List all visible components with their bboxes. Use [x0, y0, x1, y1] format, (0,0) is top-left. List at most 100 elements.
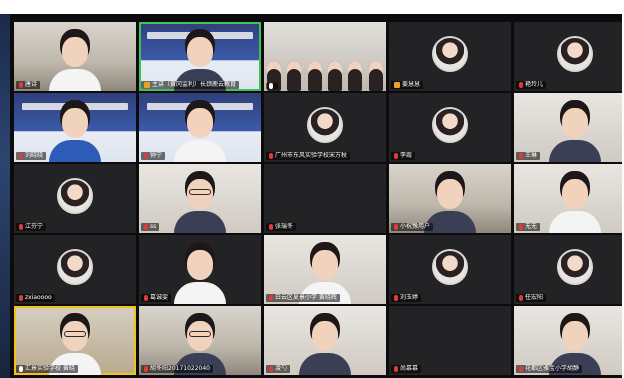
participant-name: 艳玲儿 — [525, 81, 544, 88]
avatar — [57, 177, 93, 214]
participant-name: 广州市东风实验学校宋万秋 — [275, 152, 348, 159]
participant-name: 张瑞冬 — [275, 223, 294, 230]
group-video — [264, 41, 386, 91]
participant-name: 刘晓晓 — [25, 152, 44, 159]
name-tag: 江芬宁 — [16, 223, 47, 231]
name-tag: ss — [141, 223, 160, 231]
name-tag: 姜慧慧 — [391, 81, 424, 89]
video-tile[interactable]: 葛诚雯 — [139, 235, 261, 304]
mic-muted-icon — [19, 82, 23, 88]
participant-name: 王琳 — [525, 152, 538, 159]
name-tag: 艳玲儿 — [516, 81, 547, 89]
avatar — [557, 248, 593, 285]
mic-muted-icon — [394, 153, 398, 159]
participant-video — [549, 175, 601, 233]
avatar — [57, 248, 93, 285]
video-tile[interactable]: 无无 — [514, 164, 622, 233]
video-tile[interactable]: zxiaoooo — [14, 235, 136, 304]
name-tag: 白云区夏景小学 黄晓辉 — [266, 294, 340, 302]
mic-muted-icon — [144, 366, 148, 372]
participant-name: 钟宁 — [150, 152, 163, 159]
name-tag: 任宏阳 — [516, 294, 547, 302]
video-tile[interactable]: 白云区夏景小学 黄晓辉 — [264, 235, 386, 304]
name-tag: 李霞 — [391, 152, 416, 160]
video-conference-window: 唐诗 主讲（黄冈监利）长颈鹿云教育 姜慧慧 艳玲儿 刘晓晓 钟宁 广州市东风实验… — [10, 14, 622, 378]
video-tile[interactable]: 姜慧慧 — [389, 22, 511, 91]
cohost-icon — [394, 82, 400, 88]
participant-name: 任宏阳 — [525, 294, 544, 301]
participant-name: 江芬宁 — [25, 223, 44, 230]
participant-name: 胡冬阳20171022040 — [150, 365, 210, 372]
video-tile[interactable]: 江芬宁 — [14, 164, 136, 233]
name-tag: zxiaoooo — [16, 294, 55, 302]
participant-name: 尚慕慕 — [400, 365, 419, 372]
name-tag: 凌勺 — [266, 365, 291, 373]
participant-name: 葛诚雯 — [150, 294, 169, 301]
left-window-edge — [0, 14, 10, 378]
name-tag: 钟宁 — [141, 152, 166, 160]
name-tag: 胡冬阳20171022040 — [141, 365, 213, 373]
participant-name: 李霞 — [400, 152, 413, 159]
video-tile[interactable]: 王琳 — [514, 93, 622, 162]
avatar — [432, 106, 468, 143]
participant-name: 主讲（黄冈监利）长颈鹿云教育 — [152, 81, 237, 88]
participant-name: 无无 — [525, 223, 538, 230]
avatar — [432, 35, 468, 72]
video-tile[interactable]: 任宏阳 — [514, 235, 622, 304]
participant-name: ss — [150, 223, 157, 230]
name-tag: 刘晓晓 — [16, 152, 47, 160]
name-tag: 小祝豫用户 — [391, 223, 434, 231]
participant-name: 小祝豫用户 — [400, 223, 431, 230]
video-tile[interactable]: 唐诗 — [14, 22, 136, 91]
name-tag: 唐诗 — [16, 81, 41, 89]
participant-video — [49, 33, 101, 91]
video-tile[interactable]: 凌勺 — [264, 306, 386, 375]
video-tile[interactable]: 尚慕慕 — [389, 306, 511, 375]
name-tag: 尚慕慕 — [391, 365, 422, 373]
avatar — [557, 35, 593, 72]
video-tile[interactable]: 汇景实验学校 黄晓 — [14, 306, 136, 375]
name-tag: 刘玉婷 — [391, 294, 422, 302]
mic-muted-icon — [269, 295, 273, 301]
video-tile[interactable]: 小祝豫用户 — [389, 164, 511, 233]
video-tile[interactable]: 主讲（黄冈监利）长颈鹿云教育 — [139, 22, 261, 91]
participant-name: 汇景实验学校 黄晓 — [25, 365, 75, 372]
mic-muted-icon — [519, 366, 523, 372]
mic-muted-icon — [19, 153, 23, 159]
video-tile[interactable]: 胡冬阳20171022040 — [139, 306, 261, 375]
participant-video — [174, 104, 226, 162]
mic-muted-icon — [519, 224, 523, 230]
participant-video — [174, 246, 226, 304]
video-tile[interactable]: 广州市东风实验学校宋万秋 — [264, 93, 386, 162]
video-tile[interactable]: 李霞 — [389, 93, 511, 162]
video-tile[interactable]: 刘玉婷 — [389, 235, 511, 304]
mic-muted-icon — [394, 366, 398, 372]
mic-muted-icon — [394, 295, 398, 301]
participant-name: 唐诗 — [25, 81, 38, 88]
mic-muted-icon — [269, 224, 273, 230]
name-tag: 张瑞冬 — [266, 223, 297, 231]
participant-name: 花都区雅宝小学胡静 — [525, 365, 580, 372]
video-tile[interactable]: 张瑞冬 — [264, 164, 386, 233]
host-icon — [144, 82, 150, 88]
name-tag: 无无 — [516, 223, 541, 231]
avatar — [432, 248, 468, 285]
video-tile[interactable]: 艳玲儿 — [514, 22, 622, 91]
name-tag: 葛诚雯 — [141, 294, 172, 302]
video-tile[interactable]: 钟宁 — [139, 93, 261, 162]
video-tile[interactable]: 花都区雅宝小学胡静 — [514, 306, 622, 375]
participant-grid: 唐诗 主讲（黄冈监利）长颈鹿云教育 姜慧慧 艳玲儿 刘晓晓 钟宁 广州市东风实验… — [14, 22, 622, 378]
video-tile[interactable]: 刘晓晓 — [14, 93, 136, 162]
mic-muted-icon — [394, 224, 398, 230]
name-tag: 主讲（黄冈监利）长颈鹿云教育 — [141, 81, 240, 89]
mic-muted-icon — [144, 295, 148, 301]
participant-name: zxiaoooo — [25, 294, 52, 301]
name-tag: 花都区雅宝小学胡静 — [516, 365, 583, 373]
name-tag: 广州市东风实验学校宋万秋 — [266, 152, 351, 160]
video-tile[interactable] — [264, 22, 386, 91]
participant-name: 姜慧慧 — [402, 81, 421, 88]
participant-video — [549, 104, 601, 162]
mic-muted-icon — [19, 224, 23, 230]
video-tile[interactable]: ss — [139, 164, 261, 233]
mic-muted-icon — [519, 295, 523, 301]
